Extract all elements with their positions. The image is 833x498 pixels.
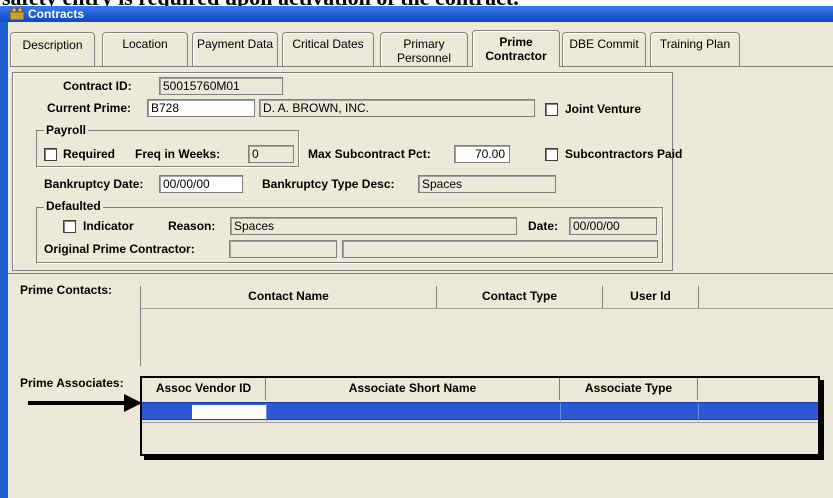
tab-training-plan[interactable]: Training Plan	[650, 32, 740, 66]
max-subcontract-pct-input[interactable]: 70.00	[454, 145, 510, 163]
original-prime-code-field	[229, 240, 337, 258]
defaulted-date-label: Date:	[528, 219, 559, 233]
joint-venture-checkbox[interactable]	[545, 103, 558, 116]
tab-dbe-commit[interactable]: DBE Commit	[562, 32, 646, 66]
prime-associates-label: Prime Associates:	[20, 376, 124, 390]
original-prime-name-field	[342, 240, 658, 258]
contract-id-label: Contract ID:	[63, 79, 132, 93]
row-cell-divider	[266, 403, 267, 421]
joint-venture-label: Joint Venture	[565, 102, 642, 116]
row-cell-divider	[698, 403, 699, 421]
tab-label: Location	[122, 37, 168, 51]
tab-label: Primary	[403, 37, 445, 51]
contract-id-field: 50015760M01	[159, 77, 283, 95]
col-associate-short-name-label: Associate Short Name	[348, 381, 477, 395]
col-associate-type[interactable]: Associate Type	[560, 378, 698, 400]
tab-critical-dates[interactable]: Critical Dates	[282, 32, 374, 66]
prime-contacts-label: Prime Contacts:	[20, 283, 113, 297]
associates-row-rule	[142, 422, 818, 423]
table-row-selected[interactable]	[142, 402, 818, 421]
window-title: Contracts	[28, 7, 85, 21]
defaulted-indicator-label: Indicator	[83, 219, 134, 233]
defaulted-legend: Defaulted	[44, 199, 103, 213]
assoc-vendor-id-input[interactable]	[192, 405, 266, 419]
tab-label: Payment Data	[196, 37, 274, 51]
callout-arrow-shaft	[28, 401, 126, 405]
contacts-header-rule	[141, 308, 833, 309]
col-contact-name-label: Contact Name	[248, 289, 329, 303]
payroll-required-label: Required	[63, 147, 116, 161]
freq-in-weeks-field: 0	[248, 145, 294, 163]
tab-strip: Description Location Payment Data Critic…	[10, 30, 833, 67]
freq-in-weeks-label: Freq in Weeks:	[135, 147, 221, 161]
subcontractors-paid-label: Subcontractors Paid	[565, 147, 683, 161]
prime-associates-grid: Assoc Vendor ID Associate Short Name Ass…	[140, 376, 820, 456]
defaulted-indicator-checkbox[interactable]	[63, 220, 76, 233]
defaulted-reason-field: Spaces	[230, 217, 517, 235]
tab-prime-contractor[interactable]: Prime Contractor	[472, 30, 560, 67]
col-contact-type-label: Contact Type	[481, 289, 558, 303]
col-contact-type[interactable]: Contact Type	[437, 286, 603, 308]
tab-label-line2: Personnel	[396, 51, 452, 65]
row-cell-divider	[560, 403, 561, 421]
current-prime-code-input[interactable]: B728	[147, 99, 255, 117]
tab-label: Prime	[499, 35, 533, 49]
col-associate-short-name[interactable]: Associate Short Name	[266, 378, 560, 400]
col-assoc-vendor-id[interactable]: Assoc Vendor ID	[142, 378, 266, 400]
tab-description[interactable]: Description	[10, 32, 95, 66]
bankruptcy-type-field: Spaces	[418, 175, 556, 193]
section-separator	[8, 273, 833, 274]
tab-location[interactable]: Location	[102, 32, 188, 66]
tab-label: Training Plan	[659, 37, 731, 51]
current-prime-label: Current Prime:	[47, 101, 132, 115]
defaulted-reason-label: Reason:	[168, 219, 216, 233]
tab-baseline	[10, 66, 833, 67]
tab-label-line2: Contractor	[485, 49, 547, 63]
tab-primary-personnel[interactable]: Primary Personnel	[380, 32, 468, 66]
max-subcontract-pct-label: Max Subcontract Pct:	[308, 147, 431, 161]
col-assoc-vendor-id-label: Assoc Vendor ID	[155, 381, 252, 395]
bankruptcy-type-label: Bankruptcy Type Desc:	[262, 177, 395, 191]
bankruptcy-date-input[interactable]: 00/00/00	[159, 175, 243, 193]
col-user-id[interactable]: User Id	[603, 286, 699, 308]
current-prime-name-field: D. A. BROWN, INC.	[259, 99, 535, 117]
tab-label: Description	[22, 38, 83, 52]
col-contact-name[interactable]: Contact Name	[141, 286, 437, 308]
window-titlebar[interactable]: Contracts	[0, 6, 833, 22]
defaulted-date-field: 00/00/00	[569, 217, 657, 235]
payroll-legend: Payroll	[44, 123, 89, 137]
callout-arrow-icon	[124, 394, 142, 412]
tab-label: DBE Commit	[569, 37, 639, 51]
contracts-app-icon	[10, 8, 24, 20]
original-prime-label: Original Prime Contractor:	[44, 242, 195, 256]
tab-payment-data[interactable]: Payment Data	[192, 32, 278, 66]
window-frame-left	[0, 6, 8, 498]
prime-contacts-grid: Contact Name Contact Type User Id	[140, 286, 833, 366]
tab-label: Critical Dates	[292, 37, 364, 51]
subcontractors-paid-checkbox[interactable]	[545, 148, 558, 161]
payroll-required-checkbox[interactable]	[44, 148, 57, 161]
col-associate-type-label: Associate Type	[584, 381, 673, 395]
bankruptcy-date-label: Bankruptcy Date:	[44, 177, 144, 191]
col-user-id-label: User Id	[630, 289, 671, 303]
